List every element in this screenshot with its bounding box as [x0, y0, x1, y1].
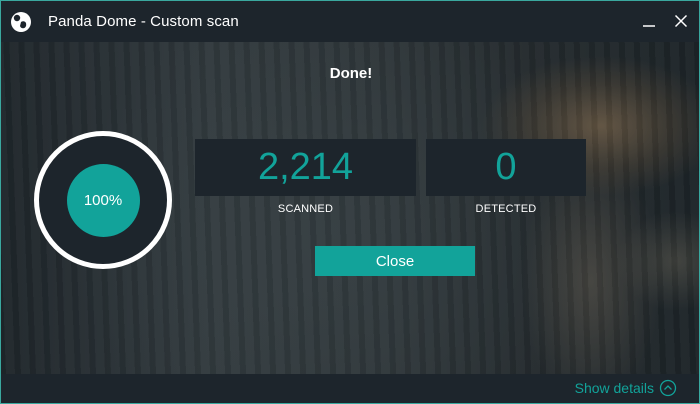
show-details-label: Show details: [574, 380, 654, 396]
progress-indicator: 100%: [66, 163, 140, 237]
window-title: Panda Dome - Custom scan: [48, 13, 239, 30]
close-window-button[interactable]: [673, 12, 689, 30]
detected-count: 0: [495, 146, 517, 188]
show-details-link[interactable]: Show details: [575, 379, 677, 397]
chevron-up-circle-icon: [659, 379, 677, 397]
scanned-count: 2,214: [257, 146, 354, 188]
minimize-icon: [643, 25, 655, 27]
progress-label: 100%: [83, 191, 123, 209]
detected-count-box: 0: [426, 139, 586, 196]
scanned-count-box: 2,214: [195, 139, 416, 196]
scanned-label: SCANNED: [277, 203, 334, 215]
panda-logo-icon: [10, 11, 32, 33]
title-bar: Panda Dome - Custom scan: [1, 1, 699, 42]
footer-bar: Show details: [1, 374, 699, 403]
progress-ring: 100%: [34, 131, 172, 269]
status-heading: Done!: [329, 65, 373, 82]
minimize-button[interactable]: [641, 12, 657, 30]
close-button[interactable]: Close: [315, 246, 475, 276]
detected-label: DETECTED: [475, 203, 537, 215]
scan-window: Panda Dome - Custom scan Done! 100% 2,21…: [0, 0, 700, 404]
close-icon: [674, 14, 688, 28]
